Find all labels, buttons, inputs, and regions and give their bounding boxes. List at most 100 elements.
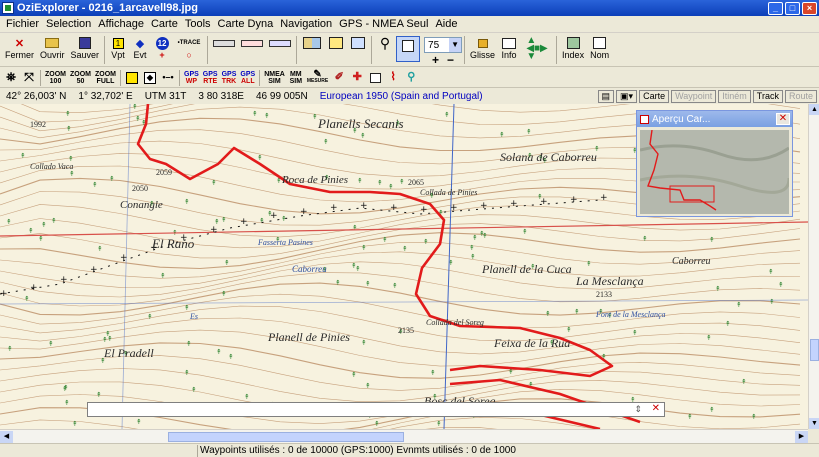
overview-map[interactable] [639,129,791,214]
pencil-button[interactable]: ✐ [330,69,348,87]
map-list-button[interactable] [347,34,369,66]
select-point-button[interactable]: ◆ [141,69,159,87]
sauver-button[interactable]: Sauver [68,34,103,66]
new-waypoint-button[interactable]: ⛯ [2,69,20,87]
route-number-button[interactable]: 12 + [151,34,173,66]
select-point-icon: ◆ [144,71,156,84]
zoom-100-button[interactable]: ZOOM 100 [43,69,68,87]
show-events-button[interactable] [238,34,266,66]
carte-button[interactable]: Carte [639,89,670,103]
nmea-sim-button[interactable]: NMEA SIM [262,69,287,87]
route-button[interactable]: Route [784,89,817,103]
resize-icon[interactable]: ⇕ [634,404,642,415]
vertical-scroll-thumb[interactable] [810,339,819,361]
maximize-button[interactable]: □ [785,1,800,15]
overview-window[interactable]: Aperçu Car... ✕ [636,110,793,217]
move-waypoint-button[interactable]: ⤧ [20,69,38,87]
properties-icon [369,72,381,83]
tree-mark: ↟ [586,260,592,268]
tree-mark: ↟ [48,340,54,348]
comment-bar[interactable]: ⇕ ✕ [87,402,665,417]
tree-mark: ↟ [751,413,757,421]
main-toolbar: ✕ Fermer Ouvrir Sauver 1 Vpt ◆ Evt 12 + … [0,34,819,67]
menu-aide[interactable]: Aide [433,18,462,30]
tree-mark: ↟ [526,128,532,136]
scroll-down-icon[interactable]: ▼ [809,418,819,429]
menu-carte-dyna[interactable]: Carte Dyna [216,18,279,30]
label-roca-pinies: Roca de Pinies [282,174,348,186]
zoom-50-button[interactable]: ZOOM 50 [68,69,93,87]
gps-all-button[interactable]: GPS ALL [238,69,257,87]
close-button[interactable]: × [802,1,817,15]
save-image-icon[interactable]: ▣▾ [616,89,638,103]
tree-mark: ↟ [136,418,142,426]
menu-navigation[interactable]: Navigation [278,18,337,30]
scroll-up-icon[interactable]: ▲ [809,104,819,115]
itineraire-button[interactable]: Itiném [718,89,751,103]
track-button[interactable]: Track [752,89,783,103]
show-tracks-button[interactable] [266,34,294,66]
contour-line [0,293,801,329]
tree-mark: ↟ [72,420,78,428]
zoom-in-button[interactable]: + [432,53,439,67]
navigation-arrows-button[interactable]: ▲ ◀■▶ ▼ [520,34,554,66]
minimize-button[interactable]: _ [768,1,783,15]
comment-close-icon[interactable]: ✕ [652,403,660,414]
menu-fichier[interactable]: Fichier [4,18,44,30]
select-area-button[interactable] [123,69,141,87]
scroll-left-icon[interactable]: ◀ [0,431,13,443]
menu-affichage[interactable]: Affichage [96,18,149,30]
find-button[interactable]: ⚲ [374,34,396,66]
waypoint-button[interactable]: Waypoint [671,89,717,103]
gps-tracks-button[interactable]: GPS TRK [220,69,239,87]
chevron-down-icon[interactable]: ▼ [449,38,462,52]
pin-button[interactable]: ⚲ [402,69,420,87]
boundary-cross: + [600,193,608,203]
vpt-button[interactable]: 1 Vpt [107,34,129,66]
longitude-readout: 1° 32,702' E [78,90,133,102]
toolbar-separator [179,69,180,86]
menu-selection[interactable]: Selection [44,18,96,30]
trace-button[interactable]: • TRACE ○ [173,34,205,66]
tree-mark: ↟ [706,334,712,342]
gps-routes-button[interactable]: GPS RTE [201,69,220,87]
scroll-right-icon[interactable]: ▶ [795,431,808,443]
menu-tools[interactable]: Tools [183,18,216,30]
index-button[interactable]: Index [559,34,587,66]
zoom-full-button[interactable]: ZOOM FULL [93,69,118,87]
overview-titlebar[interactable]: Aperçu Car... ✕ [637,111,792,127]
lifebuoy-button[interactable]: ✚ [348,69,366,87]
menu-gps-nmea[interactable]: GPS - NMEA Seul [337,18,433,30]
gps-waypoints-button[interactable]: GPS WP [182,69,201,87]
graph-button[interactable]: ⌇ [384,69,402,87]
overview-close-button[interactable]: ✕ [776,113,790,125]
zoom-level-select[interactable]: 75 ▼ + − [424,34,463,67]
boundary-cross: + [360,201,368,211]
horizontal-scroll-thumb[interactable] [168,432,404,442]
zoom-out-button[interactable]: − [447,53,454,67]
sauver-label: Sauver [70,50,100,60]
print-icon[interactable]: ▤ [597,89,615,103]
horizontal-scrollbar[interactable]: ◀ ▶ [0,429,808,443]
glisse-button[interactable]: Glisse [467,34,498,66]
show-waypoints-button[interactable] [210,34,238,66]
zoom-select-box[interactable]: 75 ▼ [424,37,463,53]
menu-carte[interactable]: Carte [149,18,183,30]
map-layers-button[interactable] [325,34,347,66]
menu-bar: Fichier Selection Affichage Carte Tools … [0,16,819,33]
move-map-button[interactable] [396,36,421,62]
map-grid-button[interactable] [299,34,325,66]
nom-button[interactable]: Nom [587,34,612,66]
tree-mark: ↟ [244,393,250,401]
properties-button[interactable] [366,69,384,87]
tree-mark: ↟ [211,179,217,187]
moving-map-sim-button[interactable]: MM SIM [287,69,305,87]
connect-points-button[interactable]: •–• [159,69,177,87]
info-button[interactable]: Info [498,34,520,66]
vertical-scrollbar[interactable]: ▲ ▼ [808,104,819,429]
evt-button[interactable]: ◆ Evt [129,34,151,66]
measure-button[interactable]: ✎ MESURE [305,69,330,87]
fermer-button[interactable]: ✕ Fermer [2,34,37,66]
ouvrir-button[interactable]: Ouvrir [37,34,68,66]
object-mode-buttons: ▤ ▣▾ Carte Waypoint Itiném Track Route [597,89,819,103]
